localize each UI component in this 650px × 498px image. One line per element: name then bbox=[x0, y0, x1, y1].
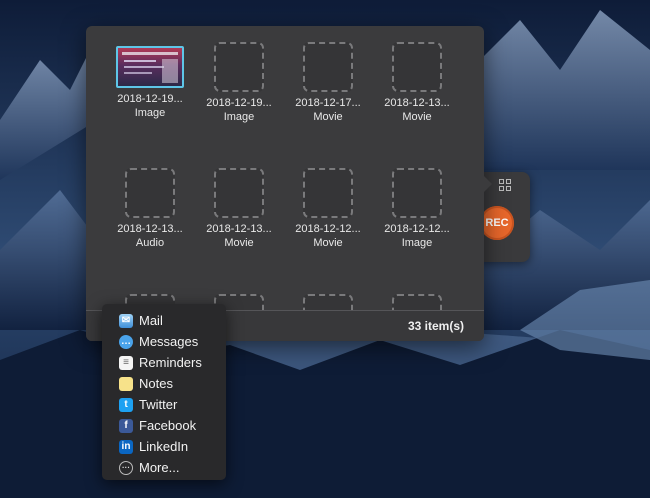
recording-item[interactable]: 2018-12-13... Audio bbox=[105, 168, 195, 249]
recording-type: Image bbox=[223, 111, 255, 123]
twitter-icon: t bbox=[119, 397, 133, 412]
share-linkedin[interactable]: in LinkedIn bbox=[102, 436, 226, 457]
recording-type: Movie bbox=[313, 111, 343, 123]
recording-item[interactable]: 2018-12-12... Movie bbox=[283, 168, 373, 249]
recording-item[interactable]: 2018-12-12... Image bbox=[372, 168, 462, 249]
recording-date: 2018-12-19... bbox=[206, 97, 272, 109]
recording-item[interactable]: 2018-12-19... Image bbox=[194, 42, 284, 123]
notes-icon bbox=[119, 376, 133, 391]
recording-thumbnail-selected bbox=[116, 46, 184, 88]
messages-icon: … bbox=[119, 334, 133, 349]
item-count: 33 item(s) bbox=[407, 319, 464, 333]
recording-type: Movie bbox=[224, 237, 254, 249]
recording-thumbnail-placeholder bbox=[125, 168, 175, 218]
mail-icon: ✉ bbox=[119, 313, 133, 328]
share-twitter[interactable]: t Twitter bbox=[102, 394, 226, 415]
recording-type: Movie bbox=[402, 111, 432, 123]
recording-date: 2018-12-17... bbox=[295, 97, 361, 109]
menu-item-label: Twitter bbox=[139, 397, 178, 412]
recording-thumbnail-placeholder bbox=[214, 42, 264, 92]
more-icon: ··· bbox=[119, 460, 133, 475]
recording-type: Movie bbox=[313, 237, 343, 249]
recording-item[interactable] bbox=[372, 294, 462, 310]
recording-item[interactable]: 2018-12-13... Movie bbox=[372, 42, 462, 123]
menu-item-label: More... bbox=[139, 460, 180, 475]
recording-type: Image bbox=[134, 107, 166, 119]
recording-item[interactable] bbox=[283, 294, 373, 310]
recording-date: 2018-12-12... bbox=[384, 223, 450, 235]
share-messages[interactable]: … Messages bbox=[102, 331, 226, 352]
share-mail[interactable]: ✉ Mail bbox=[102, 310, 226, 331]
recordings-grid: 2018-12-19... Image 2018-12-19... Image … bbox=[86, 26, 484, 310]
recording-thumbnail-placeholder bbox=[214, 168, 264, 218]
share-more[interactable]: ··· More... bbox=[102, 457, 226, 478]
recording-date: 2018-12-13... bbox=[206, 223, 272, 235]
menu-item-label: Mail bbox=[139, 313, 163, 328]
menu-item-label: LinkedIn bbox=[139, 439, 189, 454]
recording-thumbnail-placeholder bbox=[303, 42, 353, 92]
grid-icon[interactable] bbox=[499, 179, 511, 191]
recording-date: 2018-12-19... bbox=[117, 93, 183, 105]
recording-type: Image bbox=[401, 237, 433, 249]
facebook-icon: f bbox=[119, 418, 133, 433]
popover-arrow bbox=[484, 176, 492, 192]
menu-item-label: Facebook bbox=[139, 418, 197, 433]
share-reminders[interactable]: ≡ Reminders bbox=[102, 352, 226, 373]
menu-item-label: Reminders bbox=[139, 355, 202, 370]
recording-item[interactable]: 2018-12-13... Movie bbox=[194, 168, 284, 249]
recording-thumbnail-placeholder bbox=[392, 168, 442, 218]
share-facebook[interactable]: f Facebook bbox=[102, 415, 226, 436]
recording-date: 2018-12-13... bbox=[117, 223, 183, 235]
share-notes[interactable]: Notes bbox=[102, 373, 226, 394]
record-button[interactable]: REC bbox=[480, 206, 514, 240]
reminders-icon: ≡ bbox=[119, 355, 133, 370]
recording-date: 2018-12-13... bbox=[384, 97, 450, 109]
recordings-popover: 2018-12-19... Image 2018-12-19... Image … bbox=[86, 26, 484, 341]
recording-item[interactable]: 2018-12-17... Movie bbox=[283, 42, 373, 123]
recording-item[interactable]: 2018-12-19... Image bbox=[105, 46, 195, 119]
share-menu: ✉ Mail … Messages ≡ Reminders Notes t Tw… bbox=[102, 304, 226, 480]
menu-item-label: Messages bbox=[139, 334, 199, 349]
recording-thumbnail-placeholder bbox=[392, 294, 442, 310]
menu-item-label: Notes bbox=[139, 376, 173, 391]
recording-thumbnail-placeholder bbox=[303, 294, 353, 310]
recording-type: Audio bbox=[135, 237, 165, 249]
recording-thumbnail-placeholder bbox=[303, 168, 353, 218]
linkedin-icon: in bbox=[119, 439, 133, 454]
recording-thumbnail-placeholder bbox=[392, 42, 442, 92]
recording-date: 2018-12-12... bbox=[295, 223, 361, 235]
